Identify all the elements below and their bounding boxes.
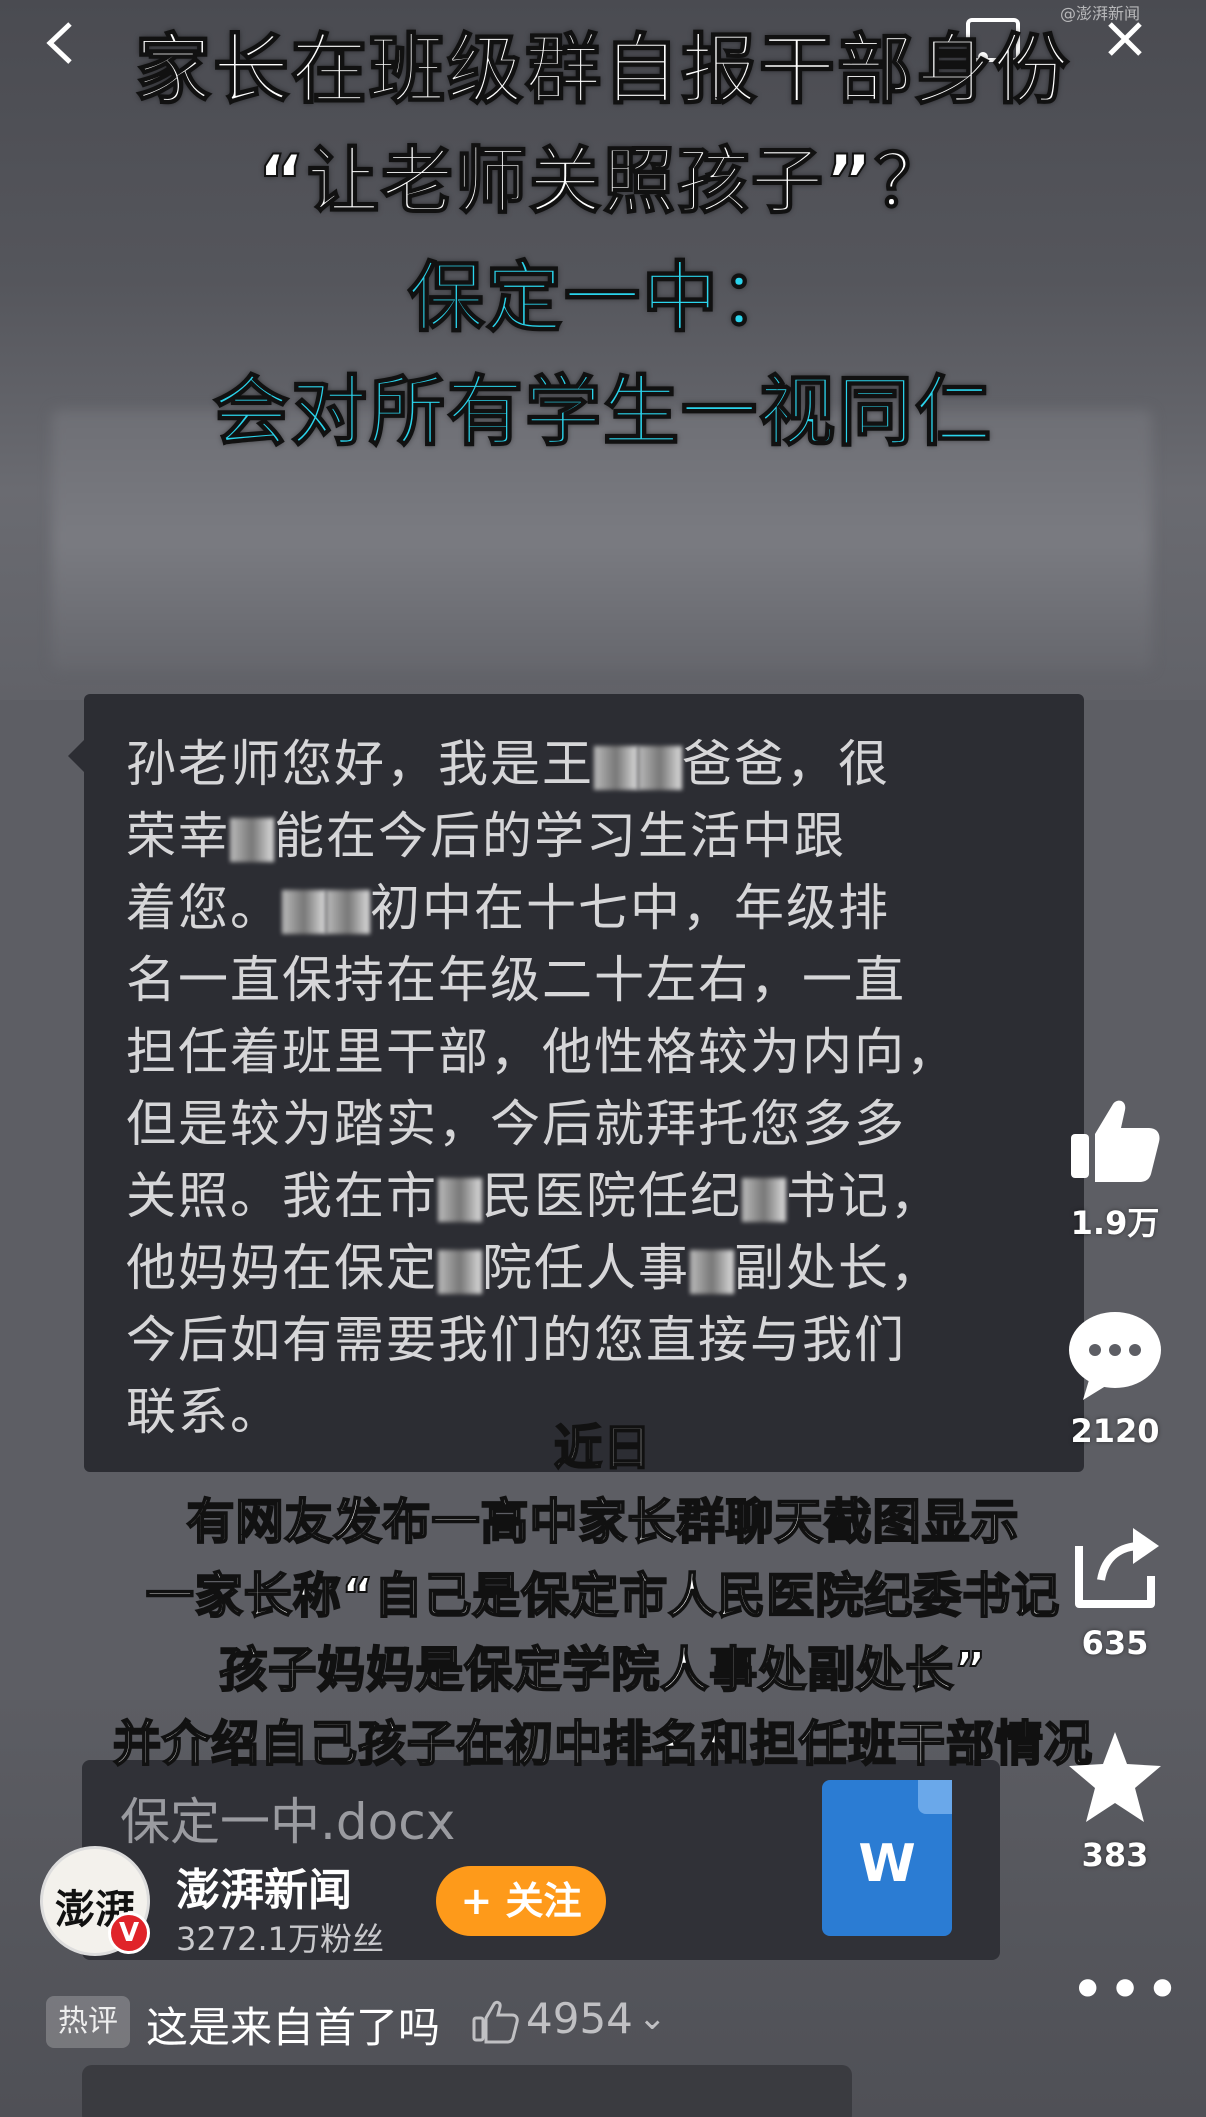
chat-line: 但是较为踏实，今后就拜托您多多 [126, 1095, 906, 1153]
chat-line: 今后如有需要我们的您直接与我们 [126, 1311, 906, 1369]
caption-line-5: 并介绍自己孩子在初中排名和担任班干部情况 [112, 1715, 1093, 1773]
hot-comment-text[interactable]: 这是来自首了吗 [146, 1994, 440, 2055]
headline-line-2: “让老师关照孩子”？ [257, 138, 949, 224]
mosaic-blur [638, 745, 682, 790]
mosaic-blur [326, 889, 370, 934]
caption-line-2: 有网友发布一高中家长群聊天截图显示 [185, 1493, 1020, 1551]
caption-line-4: 孩子妈妈是保定学院人事处副处长” [218, 1641, 987, 1699]
chat-line: 孙老师您好，我是王 爸爸，很 [126, 735, 890, 793]
like-button[interactable]: 1.9万 [1060, 1090, 1170, 1244]
headline-line-3: 保定一中： [407, 252, 798, 343]
hot-comment-tag: 热评 [46, 1996, 130, 2048]
mosaic-blur [230, 817, 274, 862]
thumbs-up-outline-icon[interactable] [470, 1996, 520, 2046]
mosaic-blur [438, 1177, 482, 1222]
share-button[interactable]: 635 [1060, 1516, 1170, 1662]
comment-count: 2120 [1070, 1412, 1160, 1450]
comment-button[interactable]: 2120 [1060, 1304, 1170, 1450]
comment-bubble-icon [1069, 1312, 1161, 1400]
thumbs-up-icon [1071, 1100, 1160, 1182]
share-count: 635 [1081, 1624, 1149, 1662]
blurred-bottom-card [82, 2065, 852, 2117]
mosaic-blur [742, 1177, 786, 1222]
follow-button[interactable]: + 关注 [436, 1866, 606, 1936]
mosaic-blur [438, 1249, 482, 1294]
chat-line: 名一直保持在年级二十左右，一直 [126, 951, 906, 1009]
like-count: 1.9万 [1070, 1204, 1160, 1242]
author-name[interactable]: 澎湃新闻 [176, 1854, 352, 1918]
share-icon [1075, 1528, 1159, 1608]
chat-line: 担任着班里干部，他性格较为内向， [126, 1023, 958, 1081]
mosaic-blur [282, 889, 326, 934]
chat-message-bubble: 孙老师您好，我是王 爸爸，很 荣幸 能在今后的学习生活中跟 着您。 初中在十七中，年级… [68, 694, 1084, 1472]
caption-line-3: 一家长称“自己是保定市人民医院纪委书记 [145, 1567, 1061, 1625]
headline-line-1: 家长在班级群自报干部身份 [134, 24, 1071, 115]
chat-line: 着您。 初中在十七中，年级排 [126, 879, 890, 937]
more-options-button[interactable]: ••• [1070, 1960, 1180, 2020]
hot-comment-like-count: 4954 [526, 1994, 633, 2043]
mosaic-blur [594, 745, 638, 790]
file-name: 保定一中.docx [120, 1793, 456, 1851]
follower-count: 3272.1万粉丝 [176, 1920, 384, 1958]
chevron-down-icon[interactable]: ⌄ [638, 1998, 667, 2038]
chat-line: 荣幸 能在今后的学习生活中跟 [126, 807, 846, 865]
caption-line-1: 近日 [553, 1419, 652, 1477]
favorite-count: 383 [1081, 1836, 1149, 1874]
star-icon [1069, 1732, 1161, 1822]
mosaic-blur [690, 1249, 734, 1294]
verified-badge-icon: V [108, 1912, 150, 1954]
word-document-icon: W [822, 1780, 952, 1936]
headline-line-4: 会对所有学生一视同仁 [212, 366, 993, 457]
chat-line: 他妈妈在保定 院任人事 副处长， [126, 1239, 942, 1297]
chat-line: 关照。我在市 民医院任纪 书记， [126, 1167, 942, 1225]
favorite-button[interactable]: 383 [1060, 1728, 1170, 1874]
